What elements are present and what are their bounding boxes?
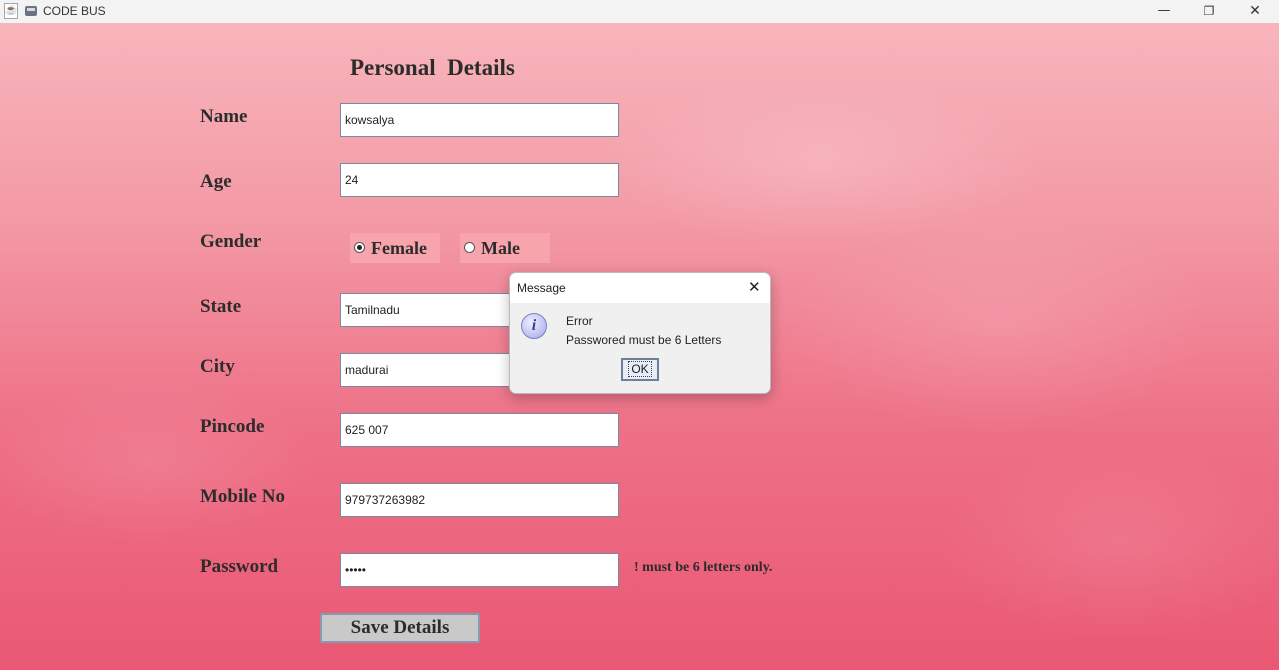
dialog-close-icon[interactable]: ✕ (748, 278, 761, 296)
java-icon: ☕ (4, 3, 18, 19)
pincode-field[interactable] (340, 413, 619, 447)
gender-female-radio[interactable]: Female (350, 233, 440, 263)
window-title: CODE BUS (43, 4, 106, 18)
password-label: Password (200, 556, 279, 577)
female-label: Female (371, 238, 427, 258)
radio-unselected-icon (464, 242, 475, 253)
save-details-button[interactable]: Save Details (320, 613, 480, 643)
gender-label: Gender (200, 231, 262, 252)
age-field[interactable] (340, 163, 619, 197)
gender-male-radio[interactable]: Male (460, 233, 550, 263)
window-titlebar: ☕ CODE BUS — ❐ ✕ (0, 0, 1279, 23)
information-icon: i (521, 313, 547, 339)
pincode-label: Pincode (200, 416, 265, 437)
ok-button[interactable]: OK (621, 358, 659, 381)
state-label: State (200, 296, 242, 317)
radio-selected-icon (354, 242, 365, 253)
name-field[interactable] (340, 103, 619, 137)
password-hint: ! must be 6 letters only. (634, 560, 773, 575)
ok-label: OK (628, 361, 652, 377)
dialog-error-message: Passwored must be 6 Letters (566, 333, 722, 347)
message-dialog: Message ✕ i Error Passwored must be 6 Le… (509, 272, 771, 394)
password-field[interactable] (340, 553, 619, 587)
dialog-title: Message (517, 281, 566, 295)
male-label: Male (481, 238, 520, 258)
bus-icon (25, 6, 37, 16)
close-window-button[interactable]: ✕ (1232, 0, 1278, 23)
mobile-field[interactable] (340, 483, 619, 517)
minimize-button[interactable]: — (1141, 0, 1187, 23)
maximize-button[interactable]: ❐ (1186, 0, 1232, 23)
dialog-error-title: Error (566, 314, 593, 328)
age-label: Age (200, 171, 232, 192)
city-label: City (200, 356, 235, 377)
name-label: Name (200, 106, 248, 127)
mobile-label: Mobile No (200, 486, 285, 507)
page-title: Personal Details (350, 55, 515, 80)
